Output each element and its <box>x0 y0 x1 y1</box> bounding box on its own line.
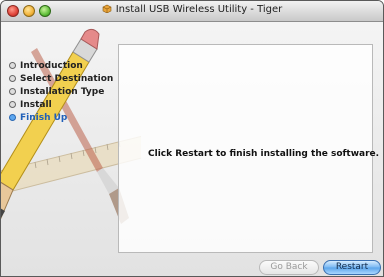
title-bar[interactable]: Install USB Wireless Utility - Tiger <box>1 1 383 22</box>
step-select-destination: Select Destination <box>9 73 113 86</box>
step-label: Introduction <box>20 61 83 71</box>
step-label: Finish Up <box>20 113 68 123</box>
step-bullet-icon <box>9 101 16 108</box>
step-bullet-icon <box>9 88 16 95</box>
go-back-button[interactable]: Go Back <box>259 260 319 275</box>
content-area: Introduction Select Destination Installa… <box>1 22 383 276</box>
step-bullet-icon <box>9 62 16 69</box>
step-bullet-icon <box>9 75 16 82</box>
package-icon <box>102 4 112 13</box>
step-installation-type: Installation Type <box>9 86 113 99</box>
window-title: Install USB Wireless Utility - Tiger <box>115 4 283 15</box>
step-install: Install <box>9 99 113 112</box>
restart-button[interactable]: Restart <box>323 260 381 275</box>
window-title-wrap: Install USB Wireless Utility - Tiger <box>1 4 383 15</box>
installer-window: Install USB Wireless Utility - Tiger Int… <box>0 0 384 277</box>
step-label: Select Destination <box>20 74 114 84</box>
finish-message: Click Restart to finish installing the s… <box>148 149 380 159</box>
step-introduction: Introduction <box>9 60 113 73</box>
step-label: Install <box>20 100 52 110</box>
step-label: Installation Type <box>20 87 105 97</box>
step-finish-up: Finish Up <box>9 112 113 125</box>
installer-steps: Introduction Select Destination Installa… <box>9 60 113 125</box>
step-bullet-icon <box>9 114 16 121</box>
